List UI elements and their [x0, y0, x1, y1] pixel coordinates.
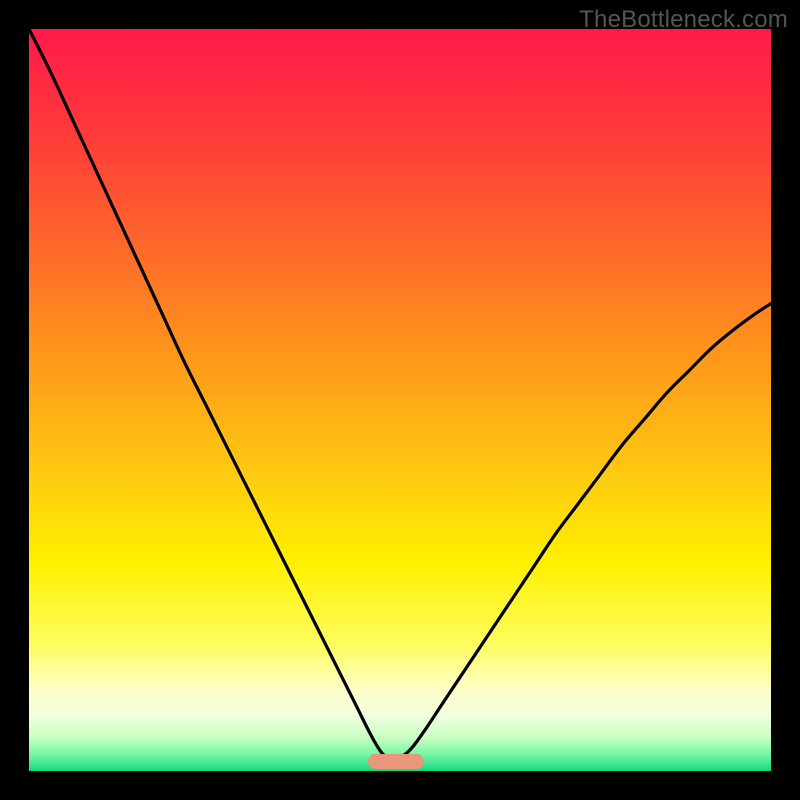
curve-left-branch	[29, 29, 393, 761]
bottleneck-curve	[29, 29, 771, 771]
optimum-marker	[368, 754, 424, 769]
plot-area	[29, 29, 771, 771]
curve-right-branch	[393, 304, 771, 762]
attribution-text: TheBottleneck.com	[579, 6, 788, 34]
